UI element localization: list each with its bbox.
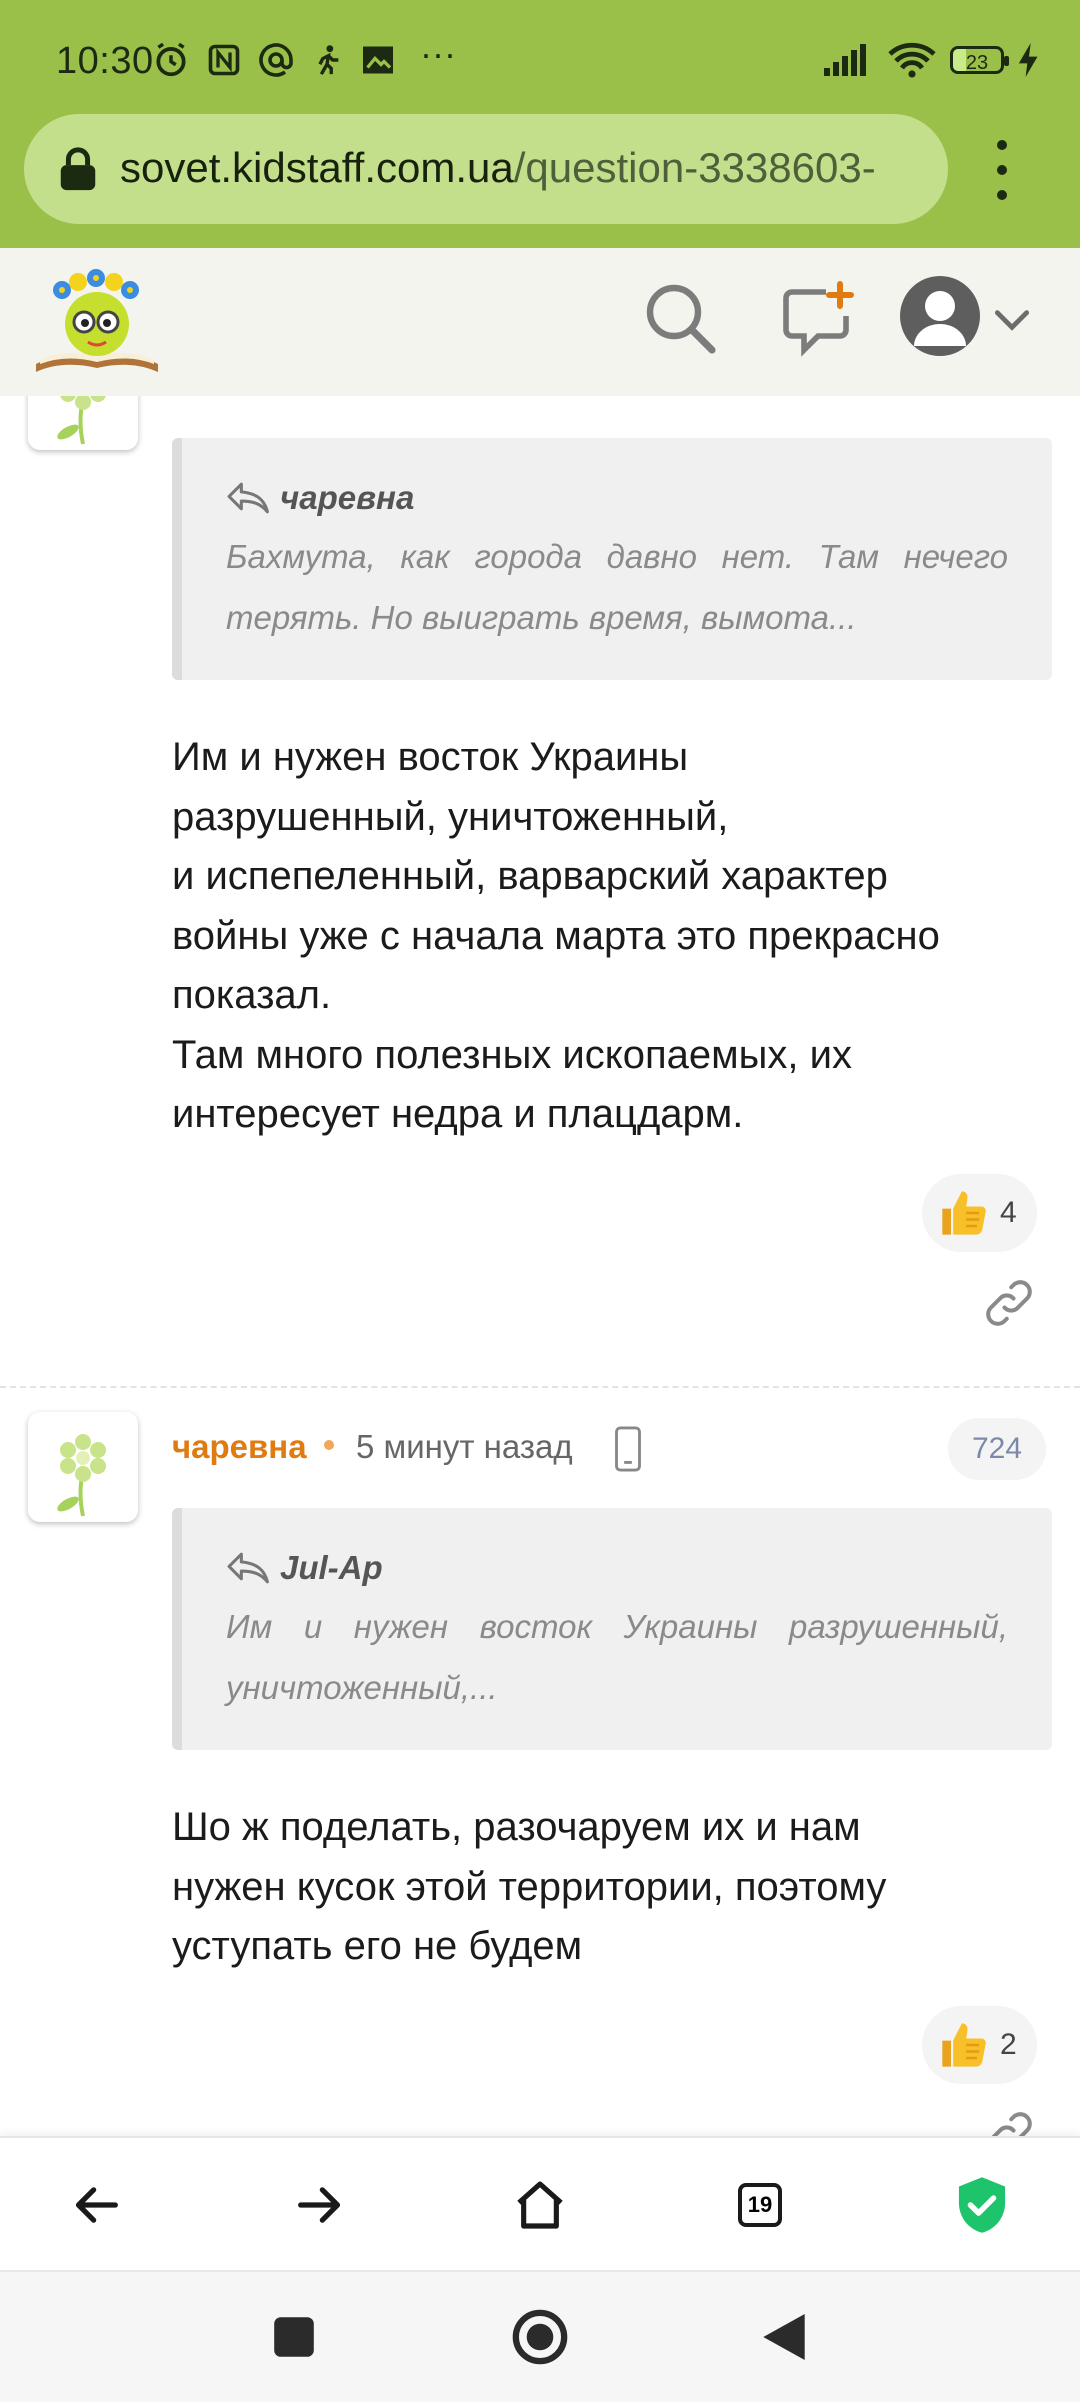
quote-block[interactable]: чаревна Бахмута, как города давно нет. Т…	[172, 438, 1052, 680]
link-icon[interactable]	[982, 2108, 1036, 2136]
battery-indicator: 23	[950, 46, 1009, 74]
like-count: 2	[1000, 2028, 1017, 2061]
browser-menu-button[interactable]	[990, 140, 1014, 200]
thumbs-up-icon	[942, 1191, 986, 1235]
forward-button[interactable]	[278, 2165, 358, 2245]
like-count: 4	[1000, 1196, 1017, 1229]
user-icon[interactable]	[900, 276, 980, 356]
reply-icon	[227, 482, 269, 514]
wifi-icon	[888, 42, 936, 78]
status-time: 10:30	[56, 40, 154, 82]
comment-divider	[0, 1386, 1080, 1388]
shield-check-icon	[958, 2177, 1006, 2233]
comment-author[interactable]: чаревна	[172, 1428, 307, 1466]
comment-number-badge[interactable]: 724	[948, 1418, 1047, 1480]
phone-icon	[615, 1426, 641, 1472]
home-icon	[517, 2181, 563, 2229]
image-icon	[363, 46, 393, 74]
runner-icon	[318, 45, 339, 76]
alarm-icon	[156, 42, 186, 77]
tab-count: 19	[738, 2183, 782, 2227]
shield-button[interactable]	[942, 2165, 1022, 2245]
like-button[interactable]: 4	[922, 1174, 1037, 1252]
browser-toolbar: 19	[0, 2136, 1080, 2272]
reply-icon	[227, 1552, 269, 1584]
home-button[interactable]	[500, 2165, 580, 2245]
link-icon[interactable]	[982, 1276, 1036, 1330]
comments-list: чаревна Бахмута, как города давно нет. Т…	[0, 396, 1080, 2136]
quote-text: Бахмута, как города давно нет. Там нечег…	[226, 538, 1008, 636]
site-header	[0, 248, 1080, 398]
quote-author: Jul-Ap	[226, 1546, 1008, 1590]
charging-icon	[1018, 43, 1038, 77]
quote-block[interactable]: Jul-Ap Им и нужен восток Украины разруше…	[172, 1508, 1052, 1750]
comment-time: 5 минут назад	[356, 1428, 573, 1465]
quote-text: Им и нужен восток Украины разрушенный, у…	[226, 1608, 1008, 1706]
chevron-down-icon[interactable]	[990, 298, 1034, 342]
comment-body: Им и нужен восток Украины разрушенный, у…	[172, 735, 940, 1136]
new-question-icon[interactable]	[778, 278, 858, 358]
home-circle-icon	[512, 2309, 568, 2365]
back-button[interactable]	[58, 2165, 138, 2245]
quote-author: чаревна	[226, 476, 1008, 520]
notification-icons: ···	[152, 36, 456, 84]
system-navigation-bar	[0, 2270, 1080, 2402]
thumbs-up-icon	[942, 2023, 986, 2067]
site-logo[interactable]	[32, 264, 162, 376]
quote-author-name: чаревна	[280, 479, 415, 516]
tabs-button[interactable]: 19	[720, 2165, 800, 2245]
more-notifications-icon: ···	[420, 33, 456, 74]
recents-icon	[274, 2317, 314, 2357]
online-dot	[324, 1440, 334, 1450]
url-path: /question-3338603-	[513, 144, 876, 191]
status-bar: 10:30 ··· 23	[0, 0, 1080, 110]
like-button[interactable]: 2	[922, 2006, 1037, 2084]
signal-icon	[824, 44, 866, 76]
nfc-icon	[208, 44, 240, 76]
forward-arrow-icon	[298, 2187, 341, 2223]
system-indicators: 23	[824, 36, 1040, 84]
battery-level: 23	[965, 52, 989, 74]
address-bar[interactable]: sovet.kidstaff.com.ua/question-3338603-	[24, 114, 948, 224]
comment-body: Шо ж поделать, разочаруем их и нам нужен…	[172, 1805, 887, 1968]
back-system-button[interactable]	[752, 2305, 816, 2369]
lock-icon	[60, 147, 96, 191]
back-triangle-icon	[763, 2314, 805, 2360]
search-icon[interactable]	[640, 278, 720, 358]
avatar[interactable]	[28, 1412, 138, 1522]
at-icon	[259, 43, 293, 77]
home-system-button[interactable]	[508, 2305, 572, 2369]
url-text[interactable]: sovet.kidstaff.com.ua/question-3338603-	[120, 144, 932, 192]
avatar[interactable]	[28, 396, 138, 450]
url-domain: sovet.kidstaff.com.ua	[120, 144, 514, 191]
quote-author-name: Jul-Ap	[280, 1549, 383, 1586]
recents-button[interactable]	[262, 2305, 326, 2369]
back-arrow-icon	[75, 2187, 118, 2223]
